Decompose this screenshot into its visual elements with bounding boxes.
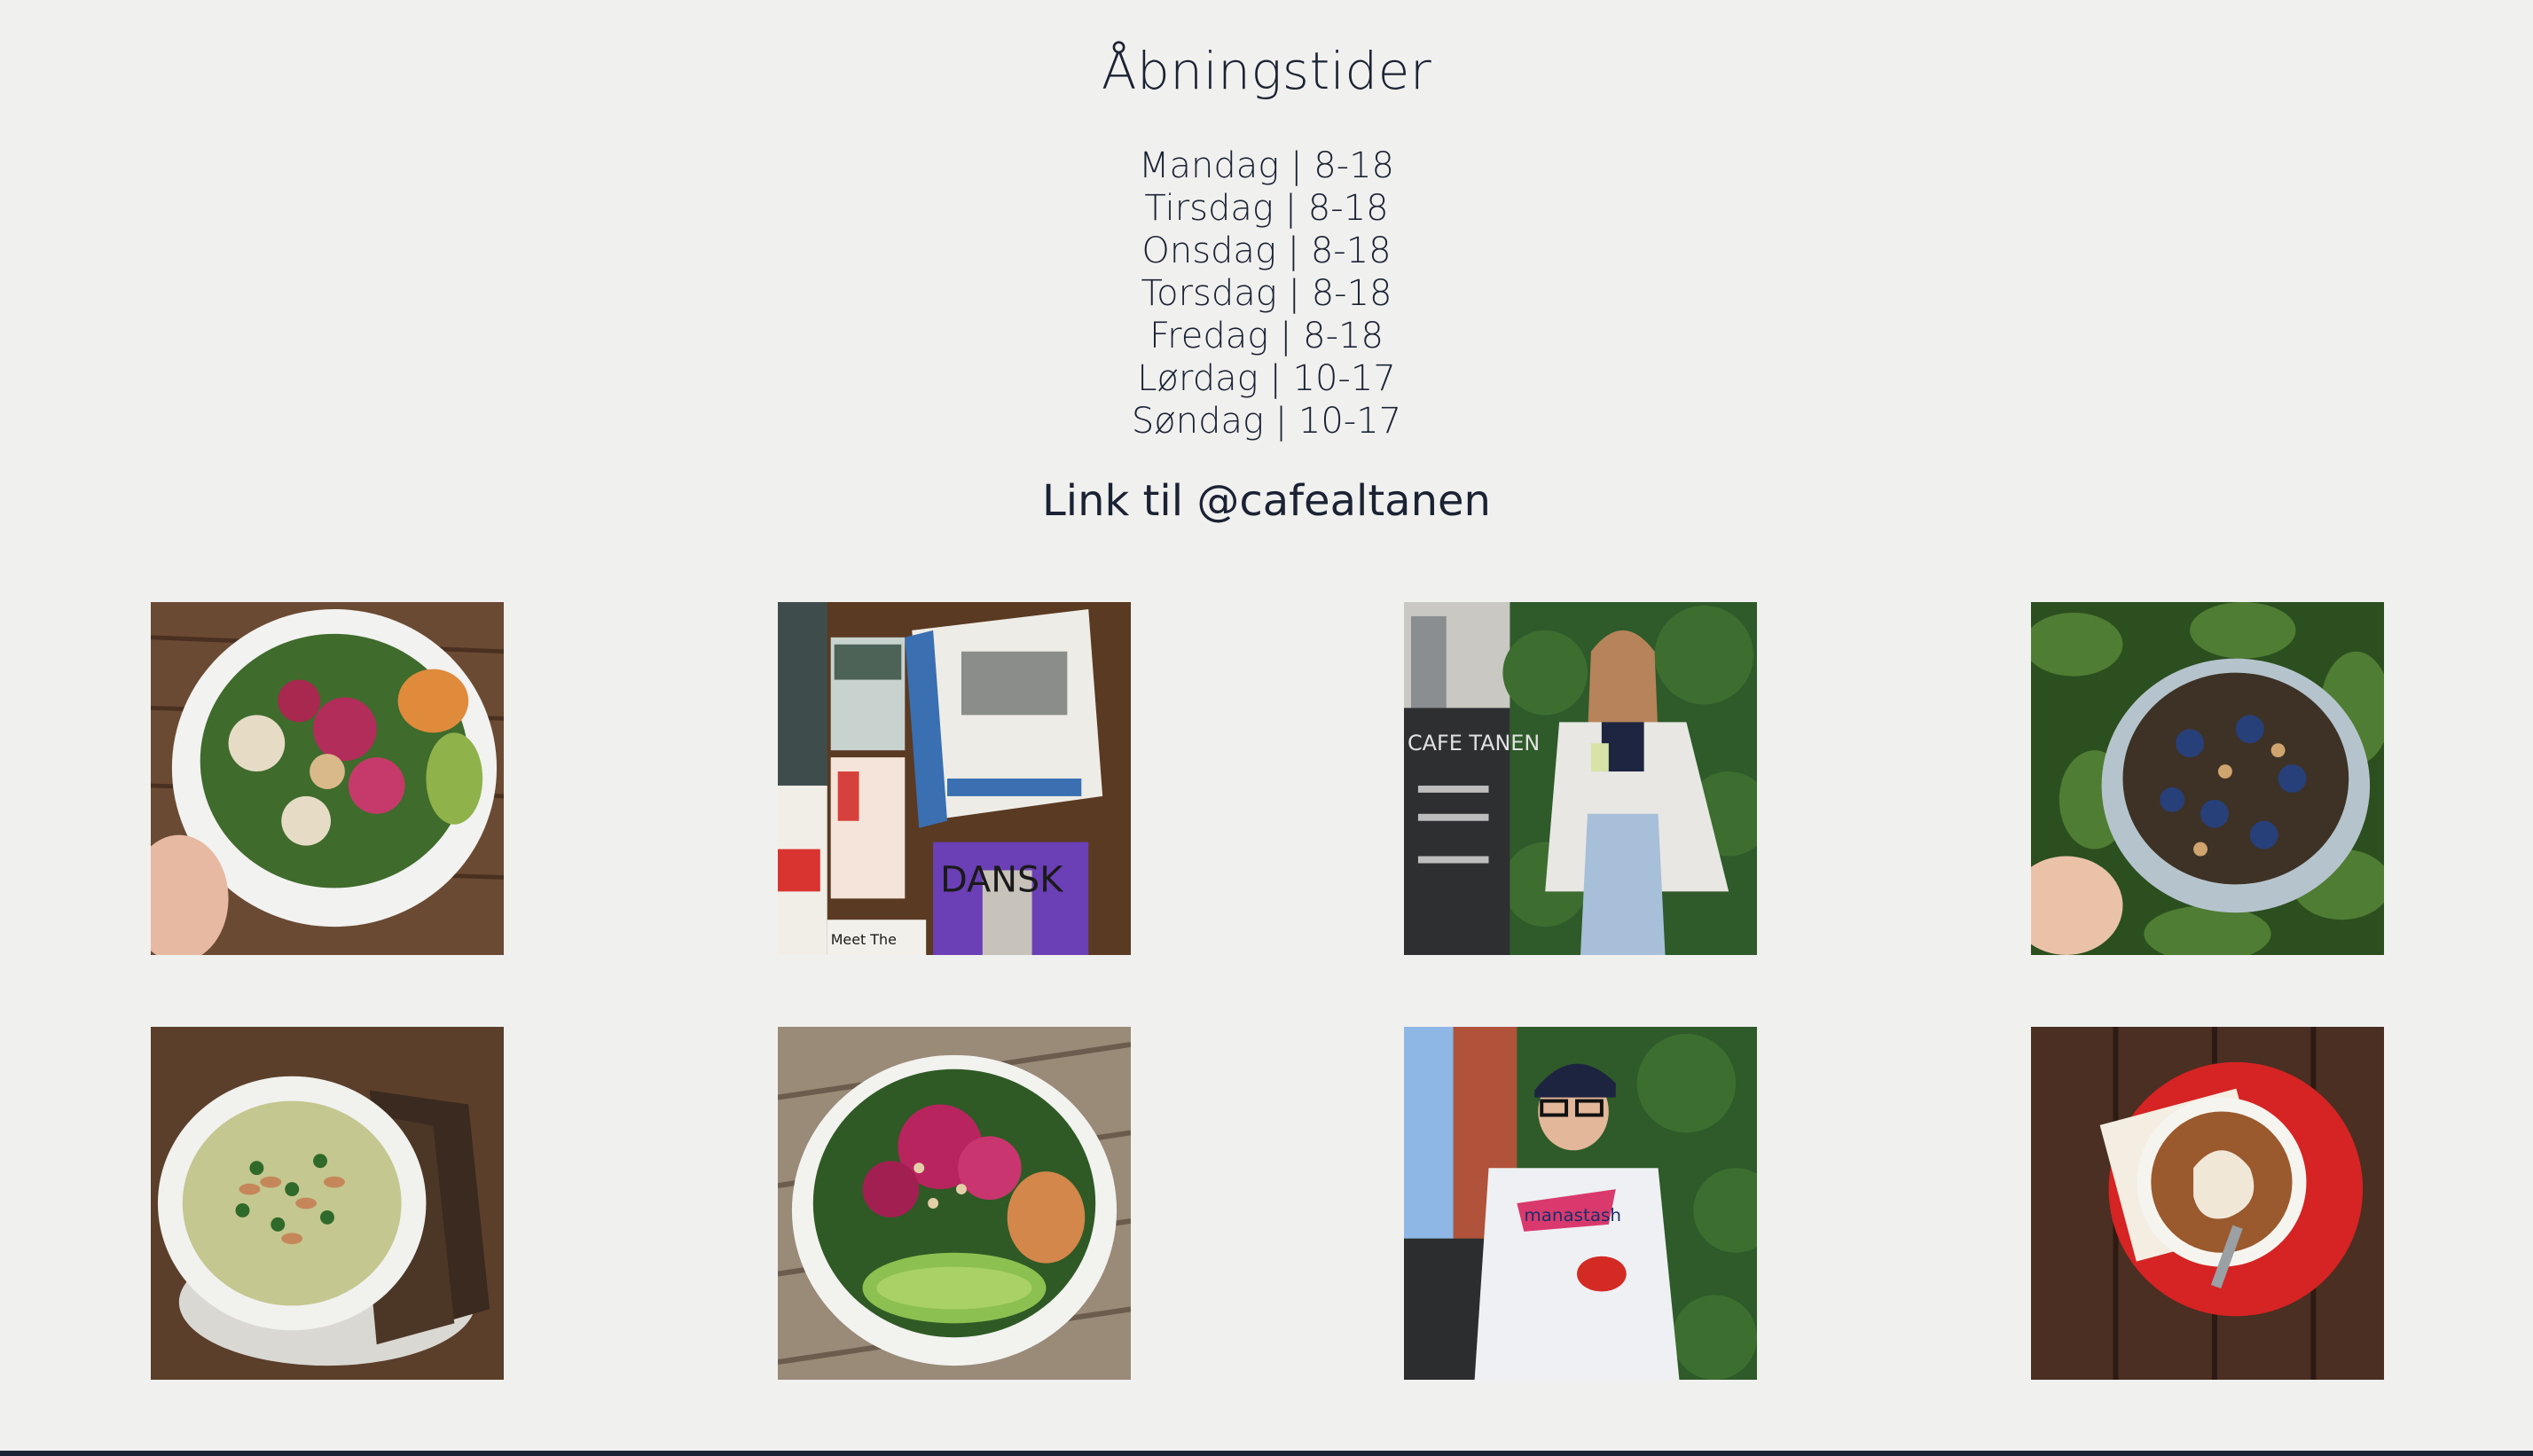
- shirt-text: manastash: [1524, 1205, 1621, 1225]
- instagram-photo-blueberry-bowl[interactable]: [2031, 602, 2384, 955]
- instagram-photo-latte[interactable]: [2031, 1027, 2384, 1380]
- instagram-photo-man-coffee[interactable]: manastash: [1404, 1027, 1757, 1380]
- instagram-photo-soup-bread[interactable]: [151, 1027, 504, 1380]
- newspaper-caption: Meet The: [831, 931, 897, 948]
- footer-divider: [0, 1451, 2533, 1456]
- instagram-photo-grid: DANSK Meet The CAFE TANEN manastash: [0, 0, 2533, 1456]
- instagram-photo-salad-bowl[interactable]: [778, 1027, 1131, 1380]
- newspaper-headline: DANSK: [940, 859, 1063, 900]
- instagram-photo-woman-juice[interactable]: CAFE TANEN: [1404, 602, 1757, 955]
- opening-hours-section: Åbningstider Mandag | 8-18 Tirsdag | 8-1…: [0, 0, 2533, 1456]
- instagram-photo-salad-plate[interactable]: [151, 602, 504, 955]
- instagram-photo-newspapers[interactable]: DANSK Meet The: [778, 602, 1131, 955]
- chalkboard-text: CAFE TANEN: [1408, 731, 1540, 755]
